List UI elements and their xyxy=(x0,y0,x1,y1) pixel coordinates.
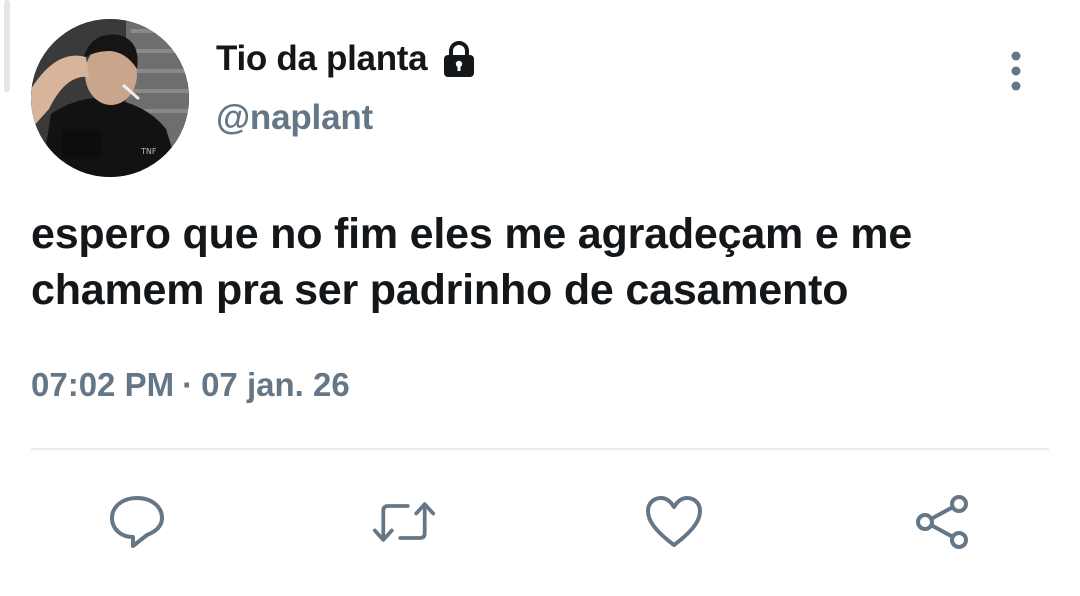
reply-icon xyxy=(110,496,164,548)
scroll-indicator[interactable] xyxy=(4,0,10,92)
author-display-name[interactable]: Tio da planta xyxy=(216,39,428,79)
share-icon xyxy=(916,495,968,549)
like-button[interactable] xyxy=(642,490,706,554)
tweet-timestamp: 07:02 PM · 07 jan. 26 xyxy=(31,366,350,404)
lock-icon xyxy=(441,40,477,78)
retweet-icon xyxy=(372,502,436,542)
timestamp-separator: · xyxy=(182,366,194,403)
tweet-date: 07 jan. 26 xyxy=(201,366,350,403)
retweet-button[interactable] xyxy=(372,490,436,554)
avatar-image: TNF xyxy=(31,19,189,177)
author-handle[interactable]: @naplant xyxy=(216,98,373,138)
more-options-button[interactable] xyxy=(996,48,1036,94)
author-row: Tio da planta xyxy=(216,34,477,84)
more-vertical-icon xyxy=(1011,51,1021,91)
heart-icon xyxy=(646,496,702,547)
divider xyxy=(31,448,1049,450)
tweet-text: espero que no fim eles me agradeçam e me… xyxy=(31,210,913,314)
avatar[interactable]: TNF xyxy=(31,19,189,177)
svg-text:TNF: TNF xyxy=(140,147,157,156)
tweet-time: 07:02 PM xyxy=(31,366,175,403)
reply-button[interactable] xyxy=(105,490,169,554)
share-button[interactable] xyxy=(910,490,974,554)
